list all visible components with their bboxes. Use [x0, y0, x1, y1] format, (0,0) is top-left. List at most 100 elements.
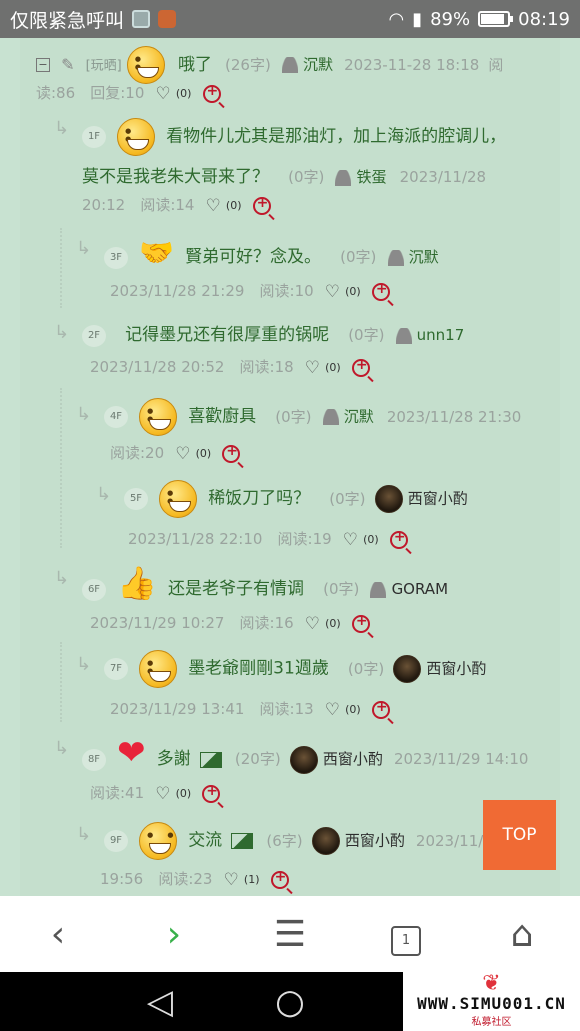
reply-title-line2[interactable]: 莫不是我老朱大哥来了？ — [82, 167, 269, 187]
reply-title[interactable]: 交流 — [188, 831, 222, 851]
post-date: 2023/11/28 21:30 — [386, 407, 522, 426]
post-date: 2023/11/29 13:41 — [110, 700, 245, 718]
post-date: 2023/11/28 — [399, 168, 487, 186]
reply-title-line1[interactable]: 看物件儿尤其是那油灯，加上海派的腔调儿， — [166, 127, 506, 147]
floor-badge: 3F — [104, 246, 128, 269]
char-count: (0字) — [288, 168, 325, 186]
heart-emoji-icon: ❤ — [117, 733, 146, 773]
user-avatar[interactable] — [311, 827, 340, 855]
reply-8f: 8F ❤ 多謝 (20字) 西窗小酌 2023/11/29 14:10 — [82, 736, 552, 774]
like-count: (0) — [175, 87, 192, 100]
char-count: (0字) — [329, 489, 366, 508]
floor-badge: 8F — [82, 748, 106, 771]
post-date: 2023/11/28 21:29 — [110, 282, 245, 300]
thumbs-up-emoji-icon: 👍 — [117, 564, 157, 602]
reply-title[interactable]: 稀饭刀了吗？ — [208, 489, 310, 509]
thread-content[interactable]: − ✎ [玩晒] 哦了 (26字) 沉默 2023-11-28 18:18 阅 … — [0, 38, 580, 896]
sim-icon: ▮ — [412, 8, 423, 30]
zoom-icon[interactable] — [351, 357, 370, 377]
tabs-button[interactable]: 1 — [376, 912, 436, 956]
reply-count: 回复:10 — [90, 84, 145, 102]
like-count: (0) — [225, 199, 242, 212]
reply-3f-stats: 2023/11/28 21:29 阅读:10 ♡ (0) — [110, 280, 390, 302]
author-name[interactable]: unn17 — [417, 326, 465, 344]
zoom-icon[interactable] — [389, 529, 408, 549]
like-icon[interactable]: ♡ — [206, 196, 221, 216]
like-icon[interactable]: ♡ — [155, 784, 170, 804]
author-name[interactable]: 沉默 — [303, 56, 333, 74]
author-name[interactable]: 西窗小酌 — [345, 832, 405, 850]
read-count: 阅读:10 — [259, 282, 314, 300]
like-icon[interactable]: ♡ — [175, 444, 190, 464]
reply-title[interactable]: 喜歡廚具 — [188, 407, 256, 427]
reads-prefix: 阅 — [488, 55, 504, 74]
like-icon[interactable]: ♡ — [305, 614, 320, 634]
author-name[interactable]: 沉默 — [409, 248, 439, 266]
like-count: (1) — [243, 873, 260, 886]
reply-title[interactable]: 多謝 — [157, 749, 191, 769]
post-tag[interactable]: [玩晒] — [86, 59, 122, 74]
like-icon[interactable]: ♡ — [343, 530, 358, 550]
zoom-icon[interactable] — [351, 613, 370, 633]
like-icon[interactable]: ♡ — [325, 282, 340, 302]
forward-button[interactable]: › — [144, 914, 204, 955]
reply-arrow-icon: ↳ — [76, 238, 92, 259]
reply-title[interactable]: 记得墨兄还有很厚重的锅呢 — [125, 325, 329, 345]
reply-title[interactable]: 墨老爺剛剛31週歲 — [188, 659, 329, 679]
reply-arrow-icon: ↳ — [76, 404, 92, 425]
collapse-icon[interactable]: − — [36, 58, 50, 72]
menu-button[interactable]: ☰ — [260, 914, 320, 955]
user-avatar[interactable] — [374, 485, 403, 513]
user-avatar[interactable] — [393, 655, 422, 683]
user-icon — [335, 169, 352, 186]
watermark-subtitle: 私募社区 — [471, 1017, 512, 1028]
site-watermark: ❦ WWW.SIMU001.CN 私募社区 — [403, 972, 580, 1031]
user-icon — [322, 409, 339, 425]
zoom-icon[interactable] — [371, 699, 390, 719]
author-name[interactable]: 西窗小酌 — [408, 490, 468, 508]
thread-line — [60, 228, 62, 308]
system-home-button[interactable]: ○ — [225, 982, 355, 1022]
like-icon[interactable]: ♡ — [224, 870, 239, 890]
floor-badge: 4F — [104, 406, 128, 428]
author-name[interactable]: 西窗小酌 — [323, 750, 383, 768]
zoom-icon[interactable] — [371, 281, 390, 301]
like-icon[interactable]: ♡ — [156, 84, 171, 104]
reply-5f-stats: 2023/11/28 22:10 阅读:19 ♡ (0) — [128, 528, 408, 550]
zoom-icon[interactable] — [222, 443, 241, 463]
reply-title[interactable]: 賢弟可好？念及。 — [185, 247, 321, 267]
app-notification-icon — [158, 10, 177, 28]
back-button[interactable]: ‹ — [28, 914, 88, 955]
zoom-icon[interactable] — [270, 869, 289, 889]
like-icon[interactable]: ♡ — [305, 358, 320, 378]
author-name[interactable]: 沉默 — [344, 408, 374, 426]
scroll-to-top-button[interactable]: TOP — [483, 800, 556, 870]
zoom-icon[interactable] — [202, 783, 221, 803]
smirk-emoji-icon — [139, 650, 178, 688]
author-name[interactable]: GORAM — [392, 580, 448, 598]
read-count: 阅读:13 — [259, 700, 314, 718]
thinking-emoji-icon — [139, 822, 180, 860]
zoom-icon[interactable] — [252, 195, 271, 215]
like-icon[interactable]: ♡ — [325, 700, 340, 720]
reply-arrow-icon: ↳ — [54, 568, 70, 589]
post-date: 2023/11/ — [415, 831, 484, 850]
system-back-button[interactable]: ◁ — [95, 982, 225, 1022]
reply-6f-stats: 2023/11/29 10:27 阅读:16 ♡ (0) — [90, 612, 370, 634]
reply-1f-line2: 莫不是我老朱大哥来了？ (0字) 铁蛋 2023/11/28 — [82, 162, 542, 187]
zoom-icon[interactable] — [202, 83, 221, 103]
post-date: 2023/11/29 10:27 — [90, 614, 225, 632]
author-name[interactable]: 铁蛋 — [357, 168, 387, 186]
user-icon — [395, 327, 412, 344]
carrier-label: 仅限紧急呼叫 — [10, 9, 125, 32]
reply-title[interactable]: 还是老爷子有情调 — [168, 579, 304, 599]
reply-2f-stats: 2023/11/28 20:52 阅读:18 ♡ (0) — [90, 356, 370, 378]
author-name[interactable]: 西窗小酌 — [426, 660, 486, 678]
reply-1f-stats: 20:12 阅读:14 ♡ (0) — [82, 194, 271, 216]
user-avatar[interactable] — [289, 745, 318, 774]
user-icon — [387, 249, 404, 266]
home-button[interactable]: ⌂ — [492, 914, 552, 955]
reply-6f: 6F 👍 还是老爷子有情调 (0字) GORAM — [82, 566, 542, 601]
post-title[interactable]: 哦了 — [178, 55, 212, 75]
like-count: (0) — [345, 285, 361, 298]
